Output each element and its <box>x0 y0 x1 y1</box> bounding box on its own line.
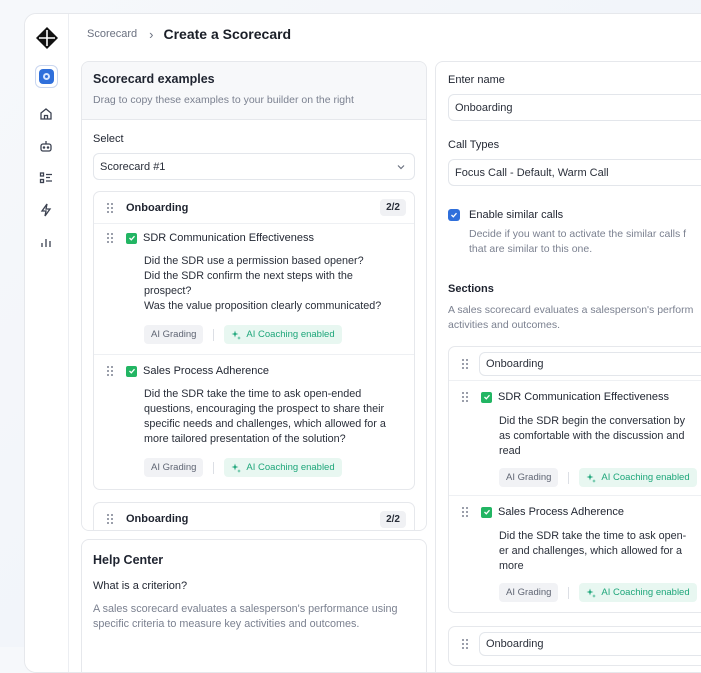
builder-section-card[interactable]: Onboarding <box>448 626 701 666</box>
grip-icon[interactable] <box>106 232 114 244</box>
builder-section-card[interactable]: Onboarding SDR Communication Effectivene… <box>448 346 701 613</box>
call-types-select[interactable]: Focus Call - Default, Warm Call <box>448 159 701 186</box>
criterion-question: Was the value proposition clearly commun… <box>144 300 382 312</box>
examples-subtitle: Drag to copy these examples to your buil… <box>93 94 354 106</box>
ai-grading-tag: AI Grading <box>499 583 559 602</box>
help-title: Help Center <box>93 553 164 567</box>
tag-divider <box>568 586 570 599</box>
ai-coaching-tag: AI Coaching enabled <box>579 468 697 487</box>
section-count-badge: 2/2 <box>380 510 406 528</box>
sections-description: A sales scorecard evaluates a salesperso… <box>448 304 694 331</box>
criterion-question: Did the SDR take the time to ask open-en… <box>144 388 386 445</box>
breadcrumb-parent[interactable]: Scorecard <box>87 28 137 40</box>
check-icon[interactable] <box>481 391 492 403</box>
examples-title: Scorecard examples <box>93 72 215 86</box>
example-section-card[interactable]: Onboarding 2/2 <box>93 502 415 530</box>
grip-icon[interactable] <box>461 638 469 650</box>
criterion-name: Sales Process Adherence <box>498 506 624 518</box>
example-section-card[interactable]: Onboarding 2/2 SDR Communication Effecti… <box>93 191 415 490</box>
check-icon[interactable] <box>126 232 137 244</box>
section-name-input[interactable]: Onboarding <box>479 351 701 376</box>
bot-icon[interactable] <box>38 138 54 154</box>
ai-grading-tag: AI Grading <box>144 325 204 344</box>
criterion-description: Did the SDR take the time to ask open-er… <box>499 530 687 572</box>
sparkle-icon <box>586 588 597 598</box>
name-label: Enter name <box>448 74 505 86</box>
tag-divider <box>213 461 215 474</box>
criterion-item[interactable]: Sales Process Adherence Did the SDR take… <box>94 359 414 489</box>
scorecard-builder-panel: Enter name Onboarding Call Types Focus C… <box>435 61 701 672</box>
sparkle-icon <box>586 473 597 483</box>
ai-grading-tag: AI Grading <box>144 458 204 477</box>
section-name-value: Onboarding <box>486 638 544 650</box>
scorecard-select-value: Scorecard #1 <box>100 160 166 173</box>
sections-label: Sections <box>448 283 494 295</box>
name-input-value: Onboarding <box>455 101 513 114</box>
bolt-icon[interactable] <box>38 202 54 218</box>
chevron-down-icon <box>397 164 405 169</box>
ai-coaching-label: AI Coaching enabled <box>601 472 690 483</box>
grip-icon[interactable] <box>461 358 469 370</box>
check-icon[interactable] <box>481 506 492 518</box>
name-input[interactable]: Onboarding <box>448 94 701 121</box>
section-title: Onboarding <box>126 201 189 214</box>
help-center-panel: Help Center What is a criterion? A sales… <box>81 539 427 672</box>
criterion-description: Did the SDR begin the conversation by as… <box>499 415 686 457</box>
app-window: Scorecard › Create a Scorecard Scorecard… <box>24 13 701 673</box>
page-title: Create a Scorecard <box>163 26 292 42</box>
criterion-item[interactable]: SDR Communication Effectiveness Did the … <box>449 385 701 496</box>
ai-coaching-tag: AI Coaching enabled <box>224 458 342 477</box>
logo-icon[interactable] <box>35 26 59 50</box>
ai-coaching-label: AI Coaching enabled <box>246 329 335 340</box>
call-types-label: Call Types <box>448 139 500 151</box>
criterion-question: Did the SDR confirm the next steps with … <box>144 270 353 297</box>
section-count-badge: 2/2 <box>380 199 406 216</box>
criterion-item[interactable]: Sales Process Adherence Did the SDR take… <box>449 500 701 612</box>
check-icon[interactable] <box>126 365 137 377</box>
criterion-name: SDR Communication Effectiveness <box>498 391 669 403</box>
list-icon[interactable] <box>38 170 54 186</box>
scorecard-examples-panel: Scorecard examples Drag to copy these ex… <box>81 61 427 531</box>
section-name-input[interactable]: Onboarding <box>479 632 701 656</box>
similar-calls-label: Enable similar calls <box>469 209 564 221</box>
grip-icon[interactable] <box>106 365 114 377</box>
help-answer: A sales scorecard evaluates a salesperso… <box>93 603 398 630</box>
tag-divider <box>213 328 215 341</box>
select-label: Select <box>93 133 124 145</box>
criterion-question: Did the SDR use a permission based opene… <box>144 255 364 267</box>
check-icon[interactable] <box>448 209 460 221</box>
call-types-value: Focus Call - Default, Warm Call <box>455 166 609 179</box>
ai-coaching-tag: AI Coaching enabled <box>579 583 697 602</box>
workspace-icon[interactable] <box>35 65 58 88</box>
help-question[interactable]: What is a criterion? <box>93 580 415 592</box>
sparkle-icon <box>231 463 242 473</box>
home-icon[interactable] <box>38 106 54 122</box>
ai-coaching-tag: AI Coaching enabled <box>224 325 342 344</box>
scorecard-select[interactable]: Scorecard #1 <box>93 153 415 180</box>
tag-divider <box>568 471 570 484</box>
examples-body: Select Scorecard #1 Onboarding 2/2 SDR C… <box>82 120 426 530</box>
section-title: Onboarding <box>126 513 189 525</box>
grip-icon[interactable] <box>461 506 469 518</box>
similar-calls-option[interactable]: Enable similar calls <box>448 209 701 221</box>
chart-icon[interactable] <box>38 234 54 250</box>
sparkle-icon <box>231 330 242 340</box>
section-name-value: Onboarding <box>486 357 544 370</box>
breadcrumb: Scorecard › Create a Scorecard <box>87 24 291 44</box>
grip-icon[interactable] <box>106 202 114 214</box>
criterion-name: Sales Process Adherence <box>143 365 269 377</box>
grip-icon[interactable] <box>461 391 469 403</box>
grip-icon[interactable] <box>106 513 114 525</box>
ai-coaching-label: AI Coaching enabled <box>246 462 335 473</box>
chevron-right-icon: › <box>149 26 154 42</box>
examples-header: Scorecard examples Drag to copy these ex… <box>82 62 426 120</box>
section-header: Onboarding 2/2 <box>94 192 414 224</box>
criterion-item[interactable]: SDR Communication Effectiveness Did the … <box>94 226 414 355</box>
similar-calls-description: Decide if you want to activate the simil… <box>469 228 687 255</box>
ai-grading-tag: AI Grading <box>499 468 559 487</box>
section-header: Onboarding 2/2 <box>94 503 414 530</box>
sidebar-rail <box>25 14 69 672</box>
criterion-name: SDR Communication Effectiveness <box>143 232 314 244</box>
ai-coaching-label: AI Coaching enabled <box>601 587 690 598</box>
